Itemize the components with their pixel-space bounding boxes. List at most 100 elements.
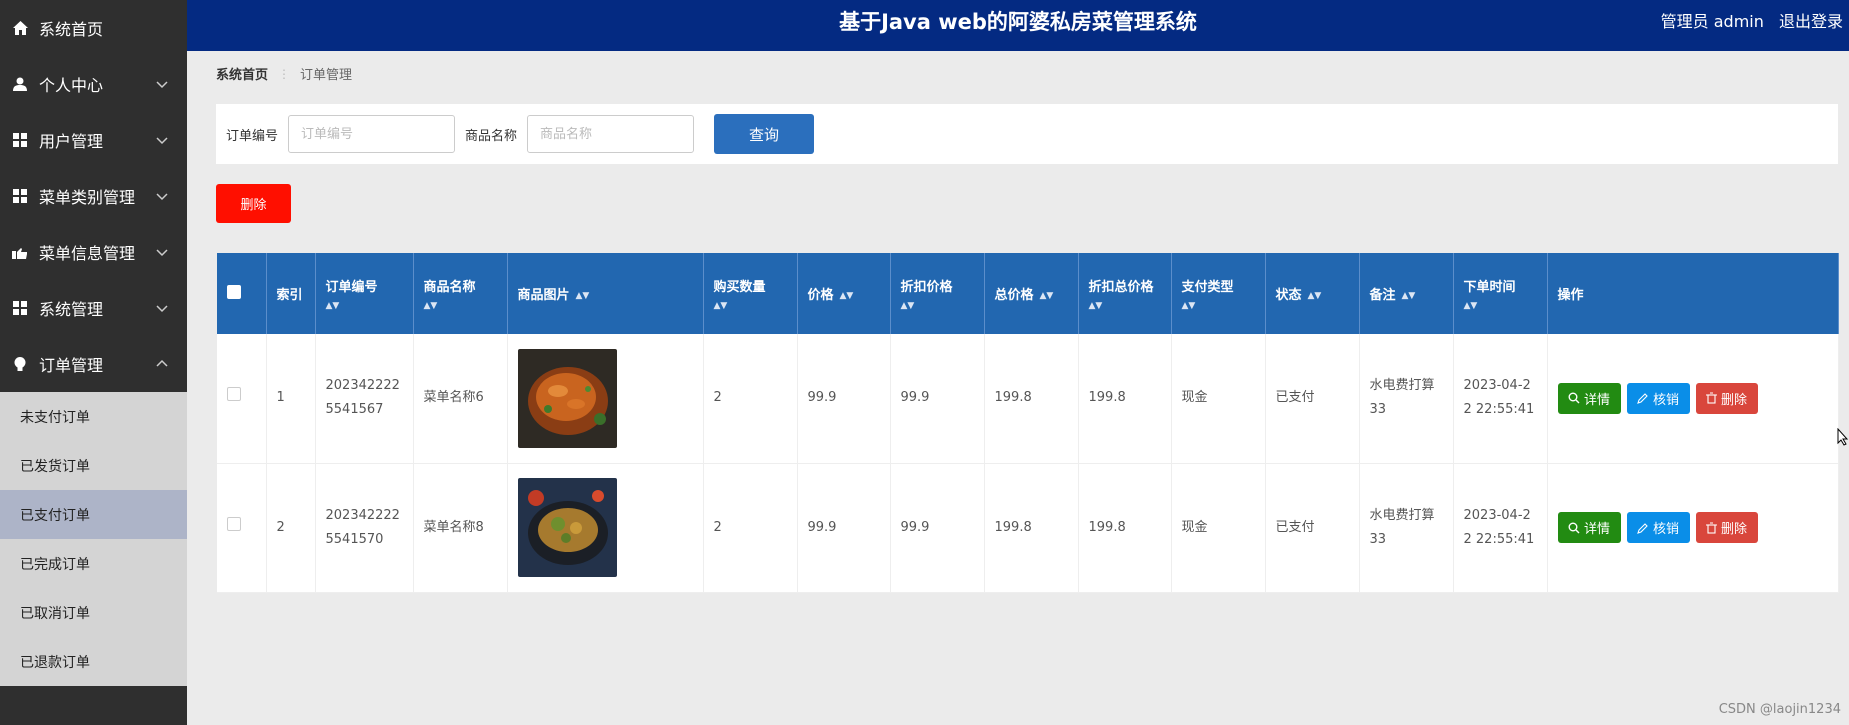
bulb-icon bbox=[12, 356, 28, 372]
sidebar-item-label: 系统首页 bbox=[39, 20, 104, 39]
select-all-checkbox[interactable] bbox=[227, 284, 241, 299]
col-header[interactable]: 总价格 ▲▼ bbox=[984, 253, 1079, 334]
sidebar-item-label: 系统管理 bbox=[39, 300, 104, 319]
table-header-row: 索引 订单编号 ▲▼ 商品名称 ▲▼ 商品图片 ▲▼ 购买数量 ▲▼ 价格 ▲▼ 折扣价格… bbox=[217, 253, 1839, 334]
sort-icon[interactable]: ▲▼ bbox=[424, 301, 497, 311]
grid-icon bbox=[12, 132, 28, 148]
cell-order-no: 2023422225541567 bbox=[315, 334, 414, 463]
cell-discount-price: 99.9 bbox=[890, 463, 985, 592]
verify-button[interactable]: 核销 bbox=[1626, 382, 1690, 414]
sidebar-item-home[interactable]: 系统首页 bbox=[0, 0, 187, 56]
cell-image bbox=[507, 334, 704, 463]
trash-icon bbox=[1705, 392, 1717, 404]
cell-price: 99.9 bbox=[797, 463, 891, 592]
delete-button[interactable]: 删除 bbox=[1695, 512, 1758, 543]
sort-icon[interactable]: ▲▼ bbox=[576, 291, 590, 301]
row-checkbox[interactable] bbox=[227, 516, 241, 531]
submenu-completed[interactable]: 已完成订单 bbox=[0, 539, 187, 588]
search-panel: 订单编号 商品名称 查询 bbox=[216, 104, 1838, 164]
cell-pay-type: 现金 bbox=[1171, 334, 1266, 463]
sort-icon[interactable]: ▲▼ bbox=[901, 301, 974, 311]
col-header[interactable]: 下单时间 ▲▼ bbox=[1453, 253, 1548, 334]
query-button[interactable]: 查询 bbox=[714, 114, 815, 154]
cell-status: 已支付 bbox=[1265, 463, 1360, 592]
cell-actions: 详情 核销 删除 bbox=[1547, 334, 1839, 463]
col-header[interactable]: 折扣价格 ▲▼ bbox=[890, 253, 985, 334]
sidebar-item-personal[interactable]: 个人中心 bbox=[0, 56, 187, 112]
table-row: 2 2023422225541570 菜单名称8 2 99.9 99.9 199… bbox=[217, 463, 1839, 592]
order-no-input[interactable] bbox=[288, 115, 456, 153]
col-header: 索引 bbox=[266, 253, 316, 334]
sort-icon[interactable]: ▲▼ bbox=[1464, 301, 1537, 311]
cell-name: 菜单名称6 bbox=[413, 334, 508, 463]
dish-image[interactable] bbox=[517, 348, 617, 448]
sort-icon[interactable]: ▲▼ bbox=[1402, 291, 1416, 301]
sidebar-item-users[interactable]: 用户管理 bbox=[0, 112, 187, 168]
chevron-down-icon bbox=[156, 249, 168, 257]
col-header[interactable]: 支付类型 ▲▼ bbox=[1171, 253, 1266, 334]
chevron-down-icon bbox=[156, 193, 168, 201]
sort-icon[interactable]: ▲▼ bbox=[326, 301, 403, 311]
product-name-label: 商品名称 bbox=[465, 128, 518, 144]
chevron-up-icon bbox=[156, 359, 168, 367]
col-header[interactable]: 备注 ▲▼ bbox=[1359, 253, 1454, 334]
breadcrumb-home[interactable]: 系统首页 bbox=[216, 64, 268, 83]
cell-total: 199.8 bbox=[984, 334, 1079, 463]
cell-name: 菜单名称8 bbox=[413, 463, 508, 592]
app-title: 基于Java web的阿婆私房菜管理系统 bbox=[839, 10, 1197, 34]
col-header[interactable]: 商品名称 ▲▼ bbox=[413, 253, 508, 334]
cell-index: 2 bbox=[266, 463, 316, 592]
detail-button[interactable]: 详情 bbox=[1557, 512, 1621, 543]
col-header[interactable]: 价格 ▲▼ bbox=[797, 253, 891, 334]
search-icon bbox=[1568, 522, 1580, 533]
cell-total: 199.8 bbox=[984, 463, 1079, 592]
cell-status: 已支付 bbox=[1265, 334, 1360, 463]
cell-qty: 2 bbox=[703, 334, 798, 463]
cell-image bbox=[507, 463, 704, 592]
submenu-refunded[interactable]: 已退款订单 bbox=[0, 637, 187, 686]
chevron-down-icon bbox=[156, 81, 168, 89]
breadcrumb-separator-icon: ⋮ bbox=[278, 66, 291, 81]
product-name-input[interactable] bbox=[527, 115, 695, 153]
cell-time: 2023-04-22 22:55:41 bbox=[1453, 334, 1548, 463]
delete-button[interactable]: 删除 bbox=[1695, 382, 1758, 414]
logout-link[interactable]: 退出登录 bbox=[1779, 12, 1843, 31]
sidebar-item-system[interactable]: 系统管理 bbox=[0, 280, 187, 336]
chevron-down-icon bbox=[156, 305, 168, 313]
sidebar-item-label: 菜单信息管理 bbox=[39, 244, 136, 263]
dish-image[interactable] bbox=[517, 478, 617, 577]
edit-icon bbox=[1637, 393, 1648, 405]
sidebar-item-menu-category[interactable]: 菜单类别管理 bbox=[0, 168, 187, 224]
sort-icon[interactable]: ▲▼ bbox=[1182, 301, 1255, 311]
sort-icon[interactable]: ▲▼ bbox=[714, 301, 787, 311]
sidebar-item-orders[interactable]: 订单管理 bbox=[0, 336, 187, 392]
cell-remark: 水电费打算33 bbox=[1359, 334, 1454, 463]
sidebar-item-menu-info[interactable]: 菜单信息管理 bbox=[0, 224, 187, 280]
top-header: 基于Java web的阿婆私房菜管理系统 管理员 admin 退出登录 bbox=[187, 0, 1849, 51]
sort-icon[interactable]: ▲▼ bbox=[840, 291, 854, 301]
verify-button[interactable]: 核销 bbox=[1626, 512, 1690, 543]
grid-icon bbox=[12, 300, 28, 316]
submenu-cancelled[interactable]: 已取消订单 bbox=[0, 588, 187, 637]
submenu-shipped[interactable]: 已发货订单 bbox=[0, 441, 187, 490]
edit-icon bbox=[1637, 522, 1648, 534]
submenu-unpaid[interactable]: 未支付订单 bbox=[0, 392, 187, 441]
col-header[interactable]: 状态 ▲▼ bbox=[1265, 253, 1360, 334]
row-checkbox[interactable] bbox=[227, 387, 241, 402]
submenu-paid[interactable]: 已支付订单 bbox=[0, 490, 187, 539]
col-header: 操作 bbox=[1547, 253, 1839, 334]
col-header[interactable]: 商品图片 ▲▼ bbox=[507, 253, 704, 334]
select-all-cell bbox=[217, 253, 267, 334]
cell-actions: 详情 核销 删除 bbox=[1547, 463, 1839, 592]
col-header[interactable]: 购买数量 ▲▼ bbox=[703, 253, 798, 334]
batch-delete-button[interactable]: 删除 bbox=[216, 184, 291, 223]
detail-button[interactable]: 详情 bbox=[1557, 382, 1621, 414]
col-header[interactable]: 折扣总价格 ▲▼ bbox=[1078, 253, 1172, 334]
sort-icon[interactable]: ▲▼ bbox=[1040, 291, 1054, 301]
cell-qty: 2 bbox=[703, 463, 798, 592]
sort-icon[interactable]: ▲▼ bbox=[1308, 291, 1322, 301]
col-header[interactable]: 订单编号 ▲▼ bbox=[315, 253, 414, 334]
current-user: 管理员 admin bbox=[1660, 12, 1764, 31]
sort-icon[interactable]: ▲▼ bbox=[1089, 301, 1161, 311]
breadcrumb: 系统首页 ⋮ 订单管理 bbox=[216, 64, 352, 84]
